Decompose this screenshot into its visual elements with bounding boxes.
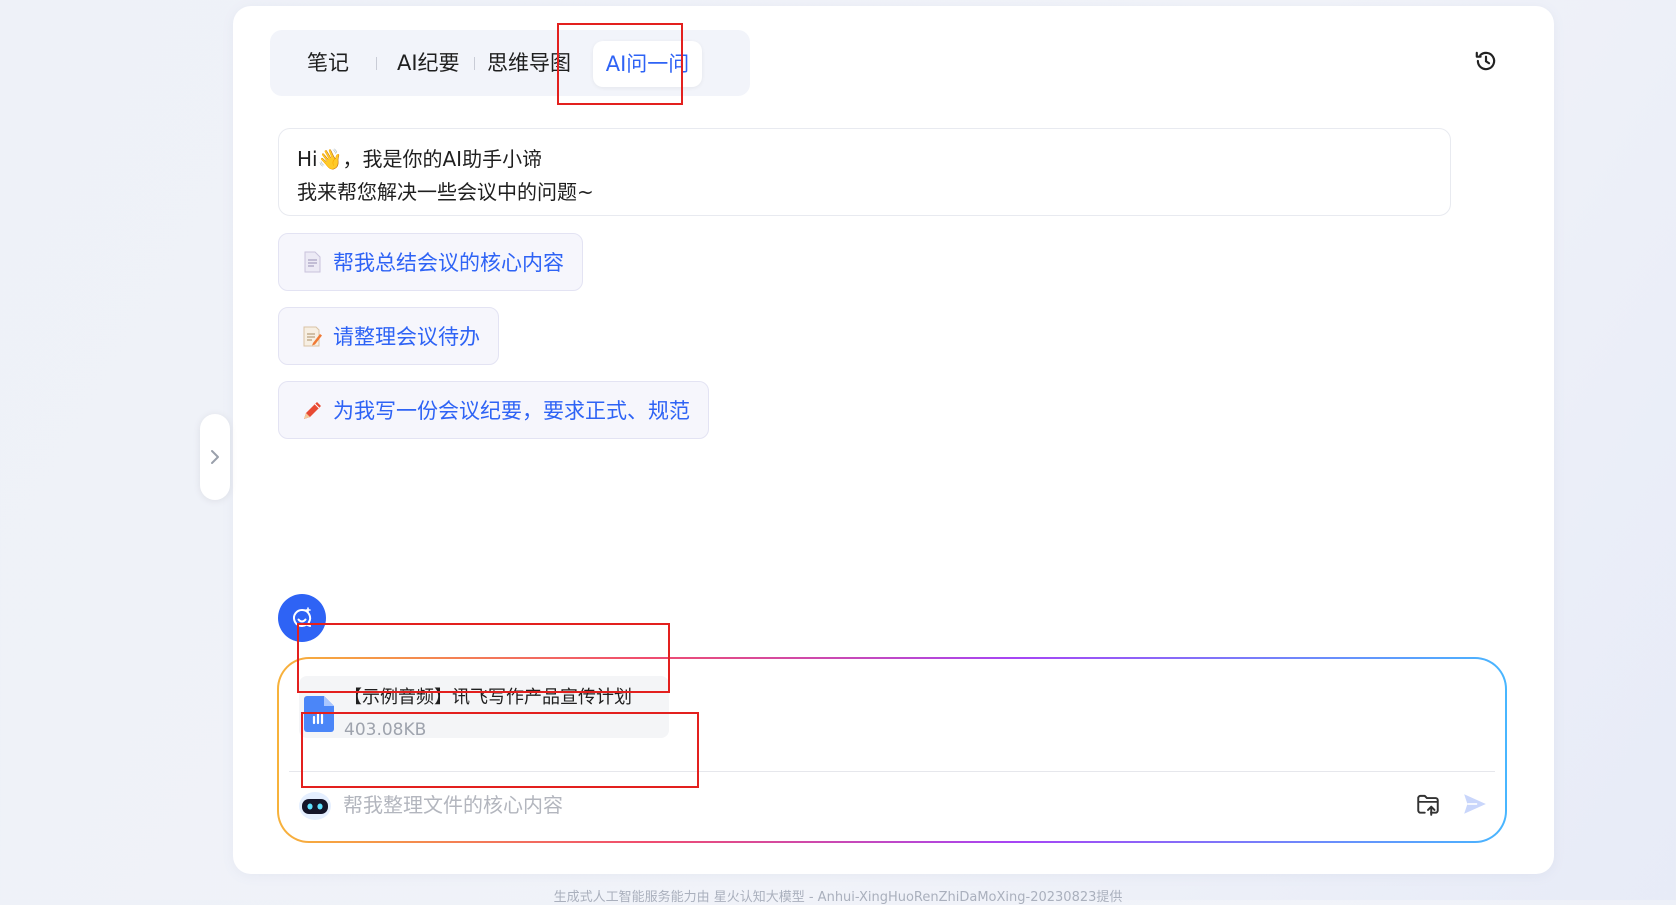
tab-separator: [474, 57, 475, 70]
memo-icon: [303, 326, 322, 347]
suggestion-todos[interactable]: 请整理会议待办: [278, 307, 499, 365]
robot-avatar-icon: [299, 792, 331, 820]
tab-bar: 笔记 AI纪要 思维导图 AI问一问: [270, 30, 750, 96]
greeting-line-1: Hi👋，我是你的AI助手小谛: [297, 147, 543, 171]
upload-file-icon[interactable]: [1415, 791, 1441, 817]
suggestion-label: 请整理会议待办: [333, 325, 480, 349]
new-chat-icon: [293, 607, 312, 627]
chevron-right-icon: [211, 450, 219, 464]
main-card: 笔记 AI纪要 思维导图 AI问一问 Hi👋，我是你的AI助手小谛 我来帮您解决…: [233, 6, 1554, 874]
suggestion-write-minutes[interactable]: 为我写一份会议纪要，要求正式、规范: [278, 381, 709, 439]
greeting-line-2: 我来帮您解决一些会议中的问题~: [297, 180, 594, 204]
chat-input-inner: 【示例音频】讯飞写作产品宣传计划 403.08KB: [279, 659, 1505, 841]
attached-file-card[interactable]: 【示例音频】讯飞写作产品宣传计划 403.08KB: [299, 676, 669, 740]
send-icon[interactable]: [1462, 791, 1488, 817]
tab-ai-minutes[interactable]: AI纪要: [397, 30, 460, 96]
chat-input-box: 【示例音频】讯飞写作产品宣传计划 403.08KB: [277, 657, 1507, 843]
tab-mind-map[interactable]: 思维导图: [487, 30, 571, 96]
file-size: 403.08KB: [344, 720, 427, 740]
side-panel-toggle[interactable]: [200, 414, 230, 500]
history-icon[interactable]: [1473, 48, 1499, 74]
new-chat-button[interactable]: [278, 594, 326, 642]
footer-disclaimer: 生成式人工智能服务能力由 星火认知大模型 - Anhui-XingHuoRenZ…: [553, 890, 1123, 905]
tab-notes[interactable]: 笔记: [307, 30, 349, 96]
greeting-message: Hi👋，我是你的AI助手小谛 我来帮您解决一些会议中的问题~: [278, 128, 1451, 216]
suggestion-summarize[interactable]: 帮我总结会议的核心内容: [278, 233, 583, 291]
suggestion-label: 帮我总结会议的核心内容: [333, 251, 564, 275]
pencil-icon: [304, 402, 321, 419]
input-divider: [289, 771, 1495, 772]
tab-separator: [376, 57, 377, 70]
suggestion-label: 为我写一份会议纪要，要求正式、规范: [333, 399, 690, 423]
file-name: 【示例音频】讯飞写作产品宣传计划: [344, 687, 632, 708]
message-input[interactable]: [341, 786, 1325, 824]
document-icon: [304, 251, 321, 273]
audio-file-icon: [304, 696, 334, 732]
tab-ai-ask[interactable]: AI问一问: [593, 41, 702, 87]
